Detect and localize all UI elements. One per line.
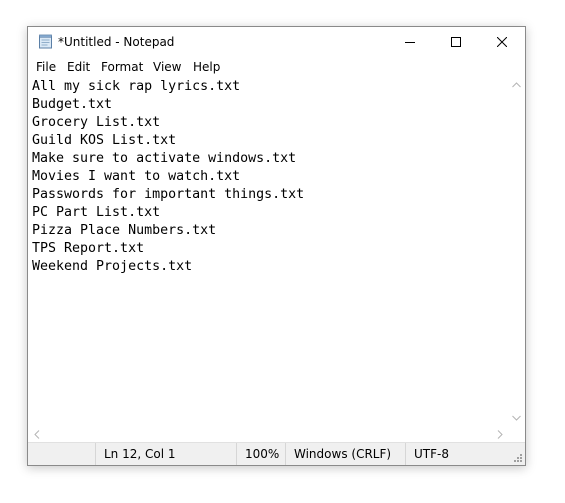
scroll-left-icon[interactable]	[34, 430, 40, 439]
scroll-up-icon[interactable]	[512, 82, 521, 88]
menu-bar: File Edit Format View Help	[28, 57, 525, 77]
status-zoom-text: 100%	[245, 447, 280, 461]
scroll-down-icon[interactable]	[512, 415, 521, 421]
status-position: Ln 12, Col 1	[95, 443, 236, 465]
scrollbar-corner	[508, 427, 525, 442]
menu-file[interactable]: File	[33, 57, 59, 77]
status-bar: Ln 12, Col 1 100% Windows (CRLF) UTF-8	[28, 442, 525, 465]
title-bar[interactable]: *Untitled - Notepad	[28, 27, 525, 57]
resize-grip-icon[interactable]	[512, 452, 523, 463]
editor-line: Grocery List.txt	[32, 115, 161, 130]
status-line-endings: Windows (CRLF)	[285, 443, 405, 465]
editor-line: PC Part List.txt	[32, 205, 161, 220]
editor-lines: All my sick rap lyrics.txt Budget.txt Gr…	[32, 78, 304, 276]
menu-help[interactable]: Help	[190, 57, 223, 77]
notepad-window: *Untitled - Notepad File Edit Format Vie…	[27, 26, 526, 466]
status-encoding: UTF-8	[405, 443, 511, 465]
editor-line: Make sure to activate windows.txt	[32, 151, 297, 166]
status-line-endings-text: Windows (CRLF)	[294, 447, 392, 461]
scroll-right-icon[interactable]	[497, 430, 503, 439]
editor-line: Guild KOS List.txt	[32, 133, 177, 148]
close-button[interactable]	[479, 27, 525, 57]
status-encoding-text: UTF-8	[414, 447, 449, 461]
maximize-icon	[451, 37, 461, 47]
menu-format[interactable]: Format	[98, 57, 146, 77]
menu-view[interactable]: View	[150, 57, 184, 77]
menu-edit[interactable]: Edit	[64, 57, 93, 77]
editor-line: Passwords for important things.txt	[32, 187, 305, 202]
editor-line: Weekend Projects.txt	[32, 259, 193, 274]
horizontal-scrollbar[interactable]	[28, 427, 508, 442]
editor-line: Budget.txt	[32, 97, 113, 112]
editor-line: All my sick rap lyrics.txt	[32, 79, 241, 94]
status-zoom: 100%	[236, 443, 285, 465]
status-position-text: Ln 12, Col 1	[104, 447, 176, 461]
minimize-icon	[405, 42, 415, 43]
text-editor[interactable]: All my sick rap lyrics.txt Budget.txt Gr…	[28, 77, 508, 427]
editor-line: TPS Report.txt	[32, 241, 145, 256]
close-icon	[497, 37, 507, 47]
notepad-icon	[39, 34, 52, 49]
minimize-button[interactable]	[387, 27, 433, 57]
editor-line: Pizza Place Numbers.txt	[32, 223, 217, 238]
vertical-scrollbar[interactable]	[508, 77, 525, 427]
maximize-button[interactable]	[433, 27, 479, 57]
editor-line: Movies I want to watch.txt	[32, 169, 241, 184]
window-title: *Untitled - Notepad	[58, 35, 175, 49]
